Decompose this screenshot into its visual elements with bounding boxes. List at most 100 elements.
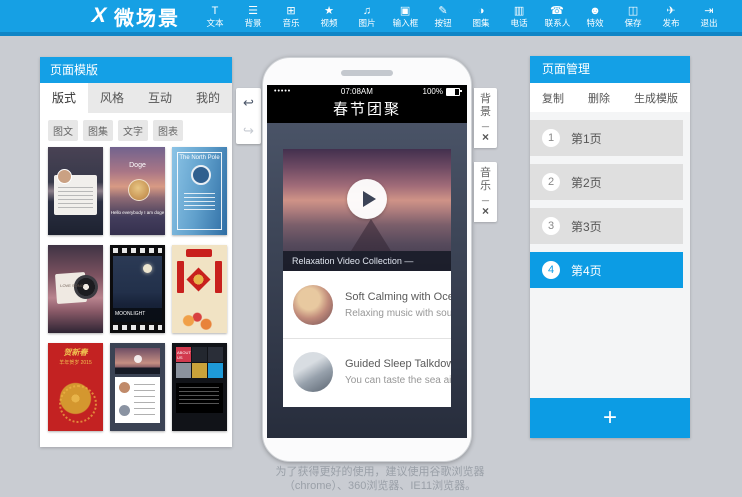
minimize-icon[interactable]: — [482, 122, 489, 131]
tool-label: 保存 [624, 18, 641, 28]
tool-gallery[interactable]: ◑ 图集 [462, 5, 500, 28]
thumb-artwork [55, 272, 87, 304]
tool-input[interactable]: ▣ 输入框 [386, 5, 424, 28]
page-item[interactable]: 2 第2页 [530, 164, 683, 200]
toolbar-insert-tools: T 文本 ☰ 背景 ⊞ 音乐 ★ 视频 ♫ 图片 ▣ 输入框 ✎ 按钮 ◑ 图集… [196, 5, 614, 28]
tab-style[interactable]: 风格 [88, 83, 136, 113]
app-root: X 微场景 T 文本 ☰ 背景 ⊞ 音乐 ★ 视频 ♫ 图片 ▣ 输入框 ✎ 按… [0, 0, 742, 497]
tool-label: 电话 [510, 18, 527, 28]
layer-tab-music[interactable]: 音乐 — × [474, 162, 497, 222]
filter-chip[interactable]: 图文 [48, 120, 78, 141]
tab-layout[interactable]: 版式 [40, 83, 88, 113]
tool-label: 按钮 [434, 18, 451, 28]
template-thumb-video-music[interactable] [110, 343, 165, 431]
template-thumb-north-pole[interactable]: The North Pole [172, 147, 227, 235]
background-icon: ☰ [248, 5, 258, 17]
page-manager-actions: 复制 删除 生成模版 [530, 83, 690, 112]
close-icon[interactable]: × [482, 205, 489, 218]
signal-dots-icon: ••••• [274, 85, 291, 98]
tool-label: 发布 [662, 18, 679, 28]
page-item[interactable]: 3 第3页 [530, 208, 683, 244]
page-item-label: 第4页 [571, 262, 602, 279]
tool-contacts[interactable]: ☎ 联系人 [538, 5, 576, 28]
status-time: 07:08AM [291, 87, 422, 96]
add-page-button[interactable]: + [530, 398, 690, 438]
browser-tip-line1: 为了获得更好的使用，建议使用谷歌浏览器 [230, 465, 530, 479]
music-card: Soft Calming with Ocean Relaxing music w… [283, 271, 451, 407]
page-item-label: 第1页 [571, 130, 602, 147]
template-thumb-doge[interactable]: Doge Hello everybody I am doge [110, 147, 165, 235]
filter-chip[interactable]: 文字 [118, 120, 148, 141]
minimize-icon[interactable]: — [482, 196, 489, 205]
track-subtitle: You can taste the sea air [345, 375, 451, 386]
tab-mine[interactable]: 我的 [184, 83, 232, 113]
tool-effects[interactable]: ☻ 特效 [576, 5, 614, 28]
video-block[interactable]: Relaxation Video Collection — [283, 149, 451, 271]
browser-tip: 为了获得更好的使用，建议使用谷歌浏览器 （chrome）、360浏览器、IE11… [230, 465, 530, 493]
template-thumb-dark-grid[interactable]: ABOUT US [172, 343, 227, 431]
thumb-artwork [113, 256, 162, 322]
app-logo: X 微场景 [92, 2, 180, 31]
track-thumbnail [293, 285, 333, 325]
template-grid: Doge Hello everybody I am doge The North… [48, 147, 224, 431]
thumb-artwork [59, 385, 97, 423]
tool-background[interactable]: ☰ 背景 [234, 5, 272, 28]
template-thumb-cny-2015[interactable]: 贺新春 羊年贺岁 2015 [48, 343, 103, 431]
layer-tabs: 背景 — × 音乐 — × [474, 88, 497, 222]
page-item-label: 第3页 [571, 218, 602, 235]
template-thumb-love-song[interactable]: LOVE SONG [48, 245, 103, 333]
tool-button[interactable]: ✎ 按钮 [424, 5, 462, 28]
track-title: Soft Calming with Ocean [345, 291, 451, 303]
tool-label: 背景 [244, 18, 261, 28]
thumb-label: MOONLIGHT [115, 311, 145, 317]
tool-video[interactable]: ★ 视频 [310, 5, 348, 28]
phone-status-bar: ••••• 07:08AM 100% [267, 85, 467, 98]
filter-chip[interactable]: 图表 [153, 120, 183, 141]
tab-interact[interactable]: 互动 [136, 83, 184, 113]
page-number-badge: 4 [542, 261, 560, 279]
tool-label: 图集 [472, 18, 489, 28]
exit-button[interactable]: ⇥ 退出 [690, 5, 728, 28]
page-item[interactable]: 4 第4页 [530, 252, 683, 288]
track-title: Guided Sleep Talkdown [345, 358, 451, 370]
thumb-artwork [128, 179, 150, 201]
close-icon[interactable]: × [482, 131, 489, 144]
redo-button[interactable]: ↪ [236, 116, 261, 144]
battery-icon [446, 88, 460, 96]
text-icon: T [212, 5, 219, 17]
tool-label: 特效 [586, 18, 603, 28]
page-number-badge: 1 [542, 129, 560, 147]
page-action-2[interactable]: 生成模版 [634, 90, 678, 106]
page-action-1[interactable]: 删除 [588, 90, 610, 106]
page-action-0[interactable]: 复制 [542, 90, 564, 106]
play-button[interactable] [347, 179, 387, 219]
music-track-row[interactable]: Soft Calming with Ocean Relaxing music w… [283, 271, 451, 338]
tool-text[interactable]: T 文本 [196, 5, 234, 28]
page-item[interactable]: 1 第1页 [530, 120, 683, 156]
phone-icon: ▥ [514, 5, 524, 17]
page-title-text[interactable]: 春节团聚 [267, 98, 467, 123]
image-icon: ♫ [363, 5, 371, 17]
undo-button[interactable]: ↩ [236, 88, 261, 116]
layer-tab-background[interactable]: 背景 — × [474, 88, 497, 148]
layer-tab-label: 音乐 [480, 167, 492, 193]
contacts-icon: ☎ [550, 5, 564, 17]
save-button[interactable]: ◫ 保存 [614, 5, 652, 28]
template-thumb-profile-card[interactable] [48, 147, 103, 235]
tool-phone[interactable]: ▥ 电话 [500, 5, 538, 28]
tool-music[interactable]: ⊞ 音乐 [272, 5, 310, 28]
music-track-row[interactable]: Guided Sleep Talkdown You can taste the … [283, 338, 451, 405]
tool-image[interactable]: ♫ 图片 [348, 5, 386, 28]
page-content: Relaxation Video Collection — Soft Calmi… [267, 123, 467, 438]
thumb-label: ABOUT US [177, 350, 191, 360]
phone-speaker-icon [341, 70, 393, 76]
publish-button[interactable]: ✈ 发布 [652, 5, 690, 28]
template-thumb-moonlight[interactable]: MOONLIGHT [110, 245, 165, 333]
pier-graphic [351, 219, 391, 251]
filter-chip[interactable]: 图集 [83, 120, 113, 141]
logo-x-icon: X [89, 4, 111, 28]
template-thumb-cny-couplets[interactable] [172, 245, 227, 333]
thumb-artwork [176, 347, 191, 362]
layer-tab-label: 背景 [480, 93, 492, 119]
thumb-artwork [177, 152, 222, 230]
